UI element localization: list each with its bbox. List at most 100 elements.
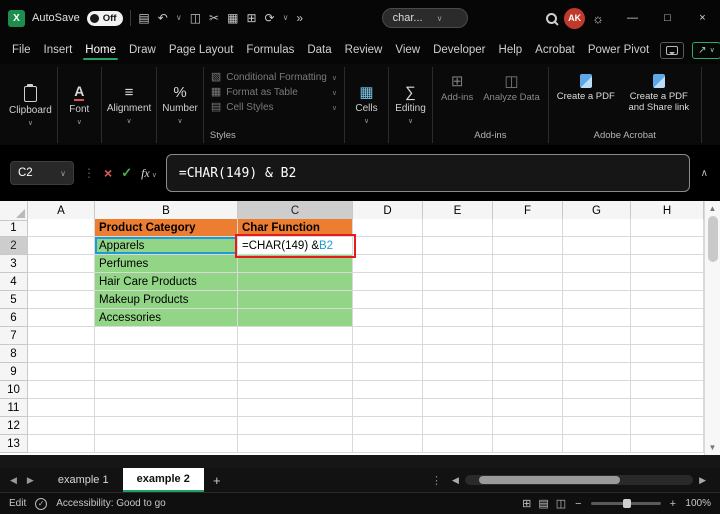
cell-B11[interactable] <box>95 399 238 417</box>
cell-A13[interactable] <box>28 435 95 453</box>
cell-E6[interactable] <box>423 309 493 327</box>
cell-F10[interactable] <box>493 381 563 399</box>
scroll-left-icon[interactable]: ◀ <box>452 475 459 486</box>
column-header-G[interactable]: G <box>563 201 631 221</box>
row-header-6[interactable]: 6 <box>0 309 28 327</box>
column-header-B[interactable]: B <box>95 201 238 221</box>
zoom-slider[interactable] <box>590 499 661 508</box>
cell-D5[interactable] <box>353 291 423 309</box>
zoom-in-button[interactable]: + <box>670 498 676 510</box>
cell-A5[interactable] <box>28 291 95 309</box>
cell-C5[interactable] <box>238 291 353 309</box>
cell-A8[interactable] <box>28 345 95 363</box>
cell-F11[interactable] <box>493 399 563 417</box>
paste-icon[interactable]: ▦ <box>227 12 238 24</box>
column-header-A[interactable]: A <box>28 201 95 221</box>
row-header-4[interactable]: 4 <box>0 273 28 291</box>
cell-D2[interactable] <box>353 237 423 255</box>
menu-tab-data[interactable]: Data <box>305 39 333 61</box>
copy-icon[interactable]: ◫ <box>190 12 201 24</box>
cut-icon[interactable]: ✂ <box>209 12 219 24</box>
cell-D8[interactable] <box>353 345 423 363</box>
menu-tab-help[interactable]: Help <box>497 39 525 61</box>
cell-C13[interactable] <box>238 435 353 453</box>
column-header-D[interactable]: D <box>353 201 423 221</box>
cell-B6[interactable]: Accessories <box>95 309 238 327</box>
cell-A11[interactable] <box>28 399 95 417</box>
cell-E13[interactable] <box>423 435 493 453</box>
menu-tab-draw[interactable]: Draw <box>127 39 158 61</box>
cell-G1[interactable] <box>563 219 631 237</box>
vertical-scroll-thumb[interactable] <box>707 216 718 262</box>
cell-D7[interactable] <box>353 327 423 345</box>
ribbon-group-clipboard[interactable]: Clipboard ∨ <box>4 67 58 143</box>
cell-B8[interactable] <box>95 345 238 363</box>
cell-G5[interactable] <box>563 291 631 309</box>
cell-B1[interactable]: Product Category <box>95 219 238 237</box>
caret-down[interactable]: ∨ <box>283 14 289 22</box>
cell-H12[interactable] <box>631 417 704 435</box>
cell-E10[interactable] <box>423 381 493 399</box>
cell-F13[interactable] <box>493 435 563 453</box>
cell-E7[interactable] <box>423 327 493 345</box>
cell-H8[interactable] <box>631 345 704 363</box>
cell-A3[interactable] <box>28 255 95 273</box>
new-sheet-button[interactable]: + <box>204 468 230 492</box>
sheet-tab-example-2[interactable]: example 2 <box>122 468 204 492</box>
share-button[interactable]: ↗ ∨ <box>692 41 720 59</box>
menu-tab-file[interactable]: File <box>10 39 33 61</box>
search-box[interactable]: char... ∨ <box>381 8 468 28</box>
zoom-out-button[interactable]: − <box>575 498 581 510</box>
cell-F7[interactable] <box>493 327 563 345</box>
caret-down[interactable]: ∨ <box>176 14 182 22</box>
page-layout-view-icon[interactable]: ▤ <box>538 497 548 510</box>
cell-C12[interactable] <box>238 417 353 435</box>
cell-C11[interactable] <box>238 399 353 417</box>
ribbon-group-number[interactable]: % Number ∨ <box>157 67 204 143</box>
cell-E12[interactable] <box>423 417 493 435</box>
cancel-icon[interactable]: × <box>104 165 112 181</box>
cell-C1[interactable]: Char Function <box>238 219 353 237</box>
row-header-12[interactable]: 12 <box>0 417 28 435</box>
cell-F6[interactable] <box>493 309 563 327</box>
cell-F9[interactable] <box>493 363 563 381</box>
zoom-level[interactable]: 100% <box>685 498 711 509</box>
lightbulb-icon[interactable]: ☼ <box>592 11 604 26</box>
scroll-down-icon[interactable]: ▼ <box>709 440 717 455</box>
ribbon-button-format-as-table[interactable]: ▦ Format as Table ∨ <box>210 85 338 100</box>
cell-E2[interactable] <box>423 237 493 255</box>
sheet-tab-example-1[interactable]: example 1 <box>44 468 123 492</box>
cell-H13[interactable] <box>631 435 704 453</box>
cell-C8[interactable] <box>238 345 353 363</box>
search-icon[interactable] <box>546 12 558 24</box>
accessibility-status[interactable]: Accessibility: Good to go <box>56 498 166 509</box>
cell-B2[interactable]: Apparels <box>95 237 238 255</box>
cell-F12[interactable] <box>493 417 563 435</box>
normal-view-icon[interactable]: ⊞ <box>522 497 531 510</box>
cell-F5[interactable] <box>493 291 563 309</box>
cell-B5[interactable]: Makeup Products <box>95 291 238 309</box>
menu-tab-developer[interactable]: Developer <box>431 39 487 61</box>
cell-H11[interactable] <box>631 399 704 417</box>
cell-H5[interactable] <box>631 291 704 309</box>
close-button[interactable]: × <box>685 0 720 36</box>
cell-A4[interactable] <box>28 273 95 291</box>
cell-E1[interactable] <box>423 219 493 237</box>
minimize-button[interactable]: — <box>615 0 650 36</box>
confirm-icon[interactable]: ✓ <box>121 165 132 181</box>
cell-G3[interactable] <box>563 255 631 273</box>
cell-G11[interactable] <box>563 399 631 417</box>
row-header-9[interactable]: 9 <box>0 363 28 381</box>
cell-A9[interactable] <box>28 363 95 381</box>
ribbon-button-create-a-pdf[interactable]: Create a PDF <box>553 69 619 128</box>
collapse-formula-bar-icon[interactable]: ∧ <box>699 168 710 179</box>
cell-E5[interactable] <box>423 291 493 309</box>
row-header-1[interactable]: 1 <box>0 219 28 237</box>
cell-A2[interactable] <box>28 237 95 255</box>
row-header-10[interactable]: 10 <box>0 381 28 399</box>
cell-C2[interactable]: =CHAR(149) & B2 <box>235 234 356 258</box>
row-header-7[interactable]: 7 <box>0 327 28 345</box>
cell-D13[interactable] <box>353 435 423 453</box>
cell-B7[interactable] <box>95 327 238 345</box>
formula-input[interactable]: =CHAR(149) & B2 <box>165 154 690 192</box>
